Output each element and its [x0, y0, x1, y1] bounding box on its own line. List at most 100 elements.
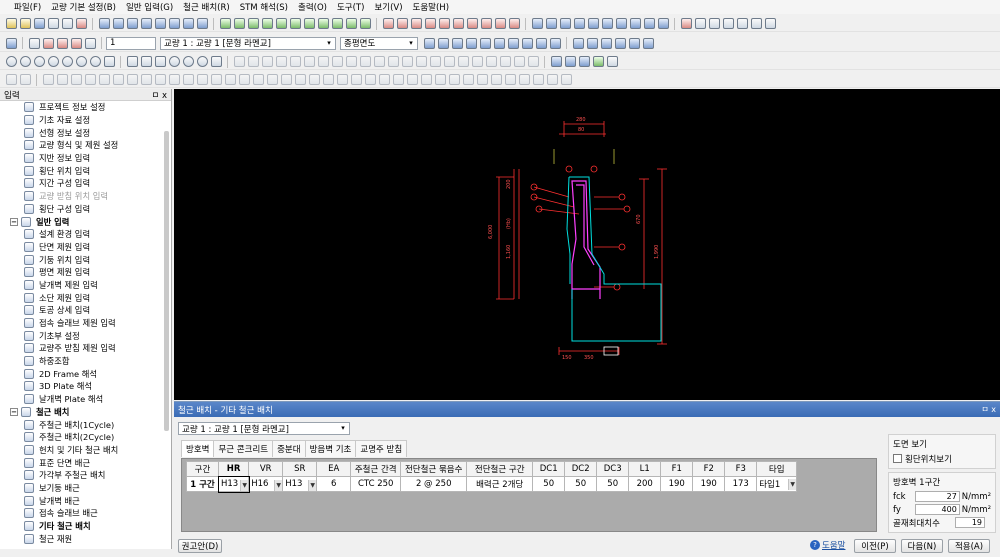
cell-dropdown[interactable]: H13 ▼ — [285, 479, 317, 491]
tool-icon[interactable] — [490, 74, 502, 85]
tree-item[interactable]: 선형 정보 설정 — [0, 126, 171, 139]
tool-icon[interactable] — [560, 74, 572, 85]
tool-icon[interactable] — [476, 74, 488, 85]
undo-icon[interactable] — [5, 74, 17, 85]
tool-icon[interactable] — [694, 18, 706, 29]
menu-rebar[interactable]: 철근 배치(R) — [183, 1, 230, 13]
tool-icon[interactable] — [764, 18, 776, 29]
tree-item[interactable]: 설계 환경 입력 — [0, 228, 171, 241]
tool-icon[interactable] — [182, 74, 194, 85]
collapse-icon[interactable]: − — [10, 407, 18, 416]
pan-hand-icon[interactable] — [103, 56, 115, 67]
tree-item[interactable]: 교량주 받침 제원 입력 — [0, 342, 171, 355]
tool-icon[interactable] — [429, 56, 441, 67]
tool-icon[interactable] — [401, 56, 413, 67]
tool-icon[interactable] — [331, 56, 343, 67]
panel-pin-close[interactable]: ㅁ x — [151, 89, 167, 101]
tool-icon[interactable] — [280, 74, 292, 85]
dropdown-arrow-icon[interactable]: ▼ — [788, 479, 797, 490]
tree-item[interactable]: 접속 슬래브 제원 입력 — [0, 317, 171, 330]
section-icon[interactable] — [233, 18, 245, 29]
tool-icon[interactable] — [261, 56, 273, 67]
tree-item[interactable]: 교량 받침 위치 입력 — [0, 190, 171, 203]
bridge-icon[interactable] — [182, 18, 194, 29]
prev-icon[interactable] — [465, 37, 477, 49]
tool-icon[interactable] — [233, 56, 245, 67]
zoom-icon[interactable] — [5, 56, 17, 67]
tool-icon[interactable] — [708, 18, 720, 29]
table-cell-f1[interactable]: 190 — [660, 476, 694, 492]
tool-icon[interactable] — [499, 56, 511, 67]
target-icon[interactable] — [196, 56, 208, 67]
zoom-all-icon[interactable] — [61, 56, 73, 67]
view-icon[interactable] — [535, 37, 547, 49]
tool-icon[interactable] — [373, 56, 385, 67]
print-preview-icon[interactable] — [61, 18, 73, 29]
fck-input[interactable]: 27 — [915, 491, 960, 502]
menu-tools[interactable]: 도구(T) — [337, 1, 364, 13]
bridge-icon[interactable] — [112, 18, 124, 29]
tree-item[interactable]: 주철근 배치(1Cycle) — [0, 418, 171, 431]
circle-icon[interactable] — [182, 56, 194, 67]
tool-icon[interactable] — [168, 74, 180, 85]
view-icon[interactable] — [587, 18, 599, 29]
page-input[interactable]: 1 — [106, 36, 156, 50]
bridge-icon[interactable] — [126, 18, 138, 29]
tool-icon[interactable] — [392, 74, 404, 85]
prev-icon[interactable] — [451, 37, 463, 49]
layer-icon[interactable] — [642, 37, 654, 49]
rebar-icon[interactable] — [438, 18, 450, 29]
tree-item[interactable]: 기둥 위치 입력 — [0, 253, 171, 266]
check-icon[interactable] — [5, 37, 17, 49]
tool-icon[interactable] — [266, 74, 278, 85]
tree-item[interactable]: 날개벽 Plate 해석 — [0, 393, 171, 406]
tab-plain-concrete[interactable]: 무근 콘크리트 — [213, 440, 274, 457]
view-icon[interactable] — [615, 18, 627, 29]
layer-icon[interactable] — [572, 37, 584, 49]
bridge-icon[interactable] — [196, 18, 208, 29]
tool-icon[interactable] — [294, 74, 306, 85]
tool-icon[interactable] — [247, 56, 259, 67]
bridge-icon[interactable] — [98, 18, 110, 29]
table-icon[interactable] — [423, 37, 435, 49]
tree-item[interactable]: 접속 슬래브 배근 — [0, 507, 171, 520]
polyline-icon[interactable] — [140, 56, 152, 67]
menu-view[interactable]: 보기(V) — [374, 1, 402, 13]
tool-icon[interactable] — [322, 74, 334, 85]
view-icon[interactable] — [629, 18, 641, 29]
tool-icon[interactable] — [308, 74, 320, 85]
view-icon[interactable] — [559, 18, 571, 29]
grid-icon[interactable] — [578, 56, 590, 67]
menu-help[interactable]: 도움말(H) — [413, 1, 449, 13]
drawing-icon[interactable] — [84, 37, 96, 49]
tree-item[interactable]: 3D Plate 해석 — [0, 380, 171, 393]
section-icon[interactable] — [247, 18, 259, 29]
fy-input[interactable]: 400 — [915, 504, 960, 515]
cell-dropdown[interactable]: H13 ▼ — [221, 479, 249, 491]
cross-position-checkbox[interactable]: 횡단위치보기 — [893, 452, 991, 465]
next-icon[interactable] — [493, 37, 505, 49]
tab-name-pillar-support[interactable]: 교명주 받침 — [355, 440, 408, 457]
table-cell-dc1[interactable]: 50 — [532, 476, 566, 492]
tool-icon[interactable] — [140, 74, 152, 85]
dialog-bridge-select[interactable]: 교량 1 : 교량 1 [문형 라멘교] ▾ — [178, 422, 350, 435]
collapse-icon[interactable]: − — [10, 217, 18, 226]
view-icon[interactable] — [601, 18, 613, 29]
view-icon[interactable] — [657, 18, 669, 29]
tool-icon[interactable] — [415, 56, 427, 67]
section-icon[interactable] — [261, 18, 273, 29]
tree-group[interactable]: − 일반 입력 — [0, 215, 171, 228]
tool-icon[interactable] — [289, 56, 301, 67]
checkbox-box[interactable] — [893, 454, 902, 463]
zoom-window-icon[interactable] — [47, 56, 59, 67]
rebar-icon[interactable] — [382, 18, 394, 29]
dimension-icon[interactable] — [210, 56, 222, 67]
drawing-icon[interactable] — [42, 37, 54, 49]
tree-item[interactable]: 기타 철근 배치 — [0, 520, 171, 533]
cell-dropdown[interactable]: H16 ▼ — [251, 479, 283, 491]
tool-icon[interactable] — [434, 74, 446, 85]
tree-item[interactable]: 날개벽 배근 — [0, 494, 171, 507]
section-icon[interactable] — [317, 18, 329, 29]
table-cell-dc2[interactable]: 50 — [564, 476, 598, 492]
tool-icon[interactable] — [485, 56, 497, 67]
